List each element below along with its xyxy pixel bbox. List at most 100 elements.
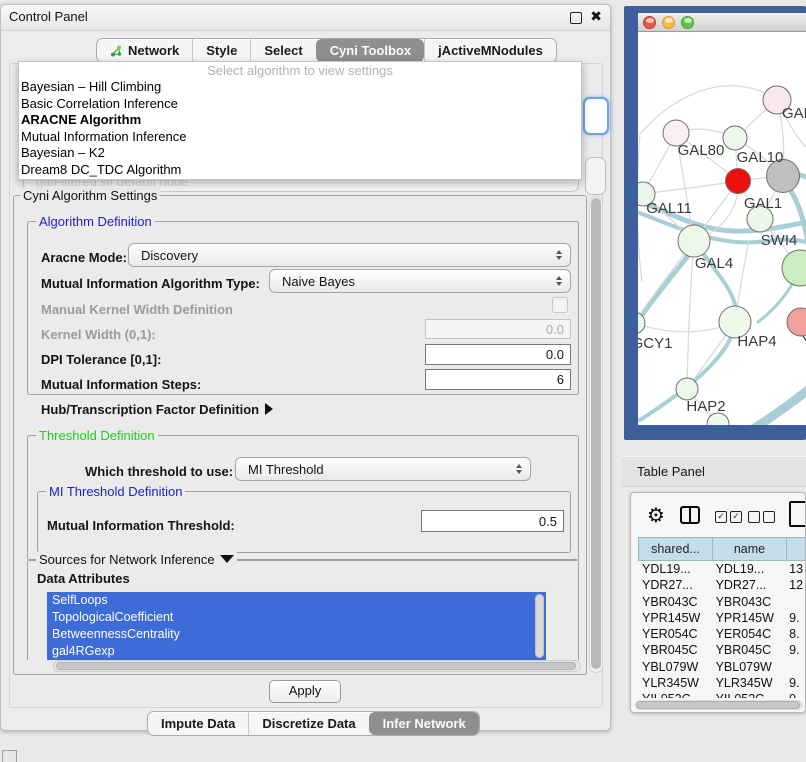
threshold-definition-title: Threshold Definition [36, 428, 158, 443]
which-threshold-select[interactable]: MI Threshold [235, 457, 531, 481]
attribute-item-betweennesscentrality[interactable]: BetweennessCentrality [47, 626, 546, 643]
table-cell: YDR27... [712, 577, 786, 593]
table-cell: YER054C [712, 626, 786, 642]
float-panel-icon[interactable] [570, 12, 582, 24]
attribute-item-gal4rgexp[interactable]: gal4RGexp [47, 643, 546, 660]
manual-kernel-checkbox[interactable] [552, 297, 568, 313]
tab-network[interactable]: Network [97, 39, 192, 62]
table-row-ydr27[interactable]: YDR27...YDR27...12 [638, 577, 806, 593]
node-gal1[interactable] [726, 169, 751, 194]
table-cell: 9. [785, 675, 806, 691]
mi-threshold-input[interactable]: 0.5 [421, 510, 564, 532]
table-cell: YBR043C [712, 594, 786, 610]
zoom-window-button[interactable] [681, 16, 694, 29]
hub-definition-toggle[interactable]: Hub/Transcription Factor Definition [41, 402, 273, 417]
node-gal4[interactable] [678, 225, 710, 257]
dropdown-hint: Select algorithm to view settings [19, 62, 581, 79]
table-toolbar: ⚙ ✓✓ [631, 493, 805, 537]
tab-cyni-toolbox[interactable]: Cyni Toolbox [316, 39, 424, 62]
mi-threshold-label: Mutual Information Threshold: [47, 518, 235, 533]
network-window-titlebar[interactable] [638, 13, 806, 32]
scrollbar-thumb[interactable] [636, 701, 800, 709]
dropdown-item-basic-correlation-inference[interactable]: Basic Correlation Inference [19, 96, 581, 113]
attribute-list-scrollbar[interactable] [535, 594, 544, 658]
node-label-y: Y [802, 333, 806, 350]
control-panel-titlebar[interactable]: Control Panel ✖ [1, 5, 610, 31]
tab-jactivemnodules[interactable]: jActiveMNodules [424, 39, 556, 62]
table-row-yil052c[interactable]: YIL052CYIL052C9. [638, 691, 806, 698]
column-header-shared[interactable]: shared... [638, 537, 712, 561]
tab-discretize-data[interactable]: Discretize Data [248, 712, 368, 735]
table-row-yer054c[interactable]: YER054CYER054C8. [638, 626, 806, 642]
table-panel-header: Table Panel [622, 456, 806, 487]
node-green-right[interactable] [782, 250, 806, 286]
attribute-item-selfloops[interactable]: SelfLoops [47, 592, 546, 609]
table-row-ybr045c[interactable]: YBR045CYBR045C9. [638, 642, 806, 658]
table-cell: YDR27... [638, 577, 712, 593]
table-cell: 8. [785, 626, 806, 642]
aracne-mode-label: Aracne Mode: [41, 250, 127, 265]
sources-toggle[interactable]: Sources for Network Inference [36, 552, 237, 567]
mi-threshold-group-title: MI Threshold Definition [46, 484, 185, 499]
column-header-name[interactable]: name [712, 537, 786, 561]
window-title: Control Panel [9, 9, 88, 24]
mi-algorithm-type-select[interactable]: Naive Bayes [269, 269, 571, 293]
split-columns-icon[interactable] [680, 506, 700, 524]
close-panel-icon[interactable]: ✖ [590, 8, 602, 25]
tab-infer-network[interactable]: Infer Network [369, 712, 479, 735]
network-edge-thick [638, 246, 696, 330]
table-cell: YBR045C [638, 642, 712, 658]
check-all-columns-icon[interactable]: ✓✓ [715, 511, 742, 523]
table-cell: 9. [785, 642, 806, 658]
node-pink-right[interactable] [787, 308, 806, 336]
scrollbar-thumb[interactable] [591, 198, 601, 669]
table-cell: 9. [785, 691, 806, 698]
new-document-icon[interactable] [789, 501, 806, 527]
tab-impute-data[interactable]: Impute Data [148, 712, 248, 735]
settings-gear-icon[interactable]: ⚙ [647, 503, 665, 528]
dropdown-item-aracne-algorithm[interactable]: ARACNE Algorithm [19, 112, 581, 129]
uncheck-all-columns-icon[interactable] [748, 511, 775, 523]
node-hap2[interactable] [676, 378, 698, 400]
table-row-ybl079w[interactable]: YBL079WYBL079W [638, 659, 806, 675]
network-edge [640, 86, 777, 134]
node-label-gal11: GAL11 [646, 200, 692, 217]
apply-button[interactable]: Apply [269, 680, 341, 703]
dropdown-item-dream8-dc-tdc-algorithm[interactable]: Dream8 DC_TDC Algorithm [19, 162, 581, 179]
close-window-button[interactable] [643, 16, 656, 29]
aracne-mode-select[interactable]: Discovery [128, 243, 571, 267]
tab-label: Select [264, 43, 302, 58]
dropdown-item-bayesian-k2[interactable]: Bayesian – K2 [19, 145, 581, 162]
dropdown-item-bayesian-hill-climbing[interactable]: Bayesian – Hill Climbing [19, 79, 581, 96]
combo-arrows-icon [552, 276, 566, 286]
cyni-bottom-tabs: Impute DataDiscretize DataInfer Network [147, 711, 480, 736]
network-canvas[interactable]: GALGAL80GAL10GAL1GAL11SWI4GAL4GCY1HAP4YH… [638, 32, 806, 425]
dropdown-item-mutual-information-inference[interactable]: Mutual Information Inference [19, 129, 581, 146]
tab-select[interactable]: Select [250, 39, 315, 62]
scrollbar-thumb[interactable] [56, 662, 576, 670]
mi-algorithm-type-value: Naive Bayes [270, 274, 552, 289]
table-row-ybr043c[interactable]: YBR043CYBR043C [638, 594, 806, 610]
settings-horizontal-scrollbar[interactable] [53, 660, 581, 672]
node-label-gal10: GAL10 [737, 149, 784, 166]
tab-style[interactable]: Style [192, 39, 250, 62]
node-label-gal80: GAL80 [678, 142, 725, 159]
mi-steps-input[interactable]: 6 [425, 369, 571, 390]
kernel-width-input[interactable]: 0.0 [425, 319, 571, 339]
table-horizontal-scrollbar[interactable] [635, 700, 803, 710]
settings-vertical-scrollbar[interactable] [589, 196, 603, 673]
attribute-item-topologicalcoefficient[interactable]: TopologicalCoefficient [47, 609, 546, 626]
dpi-tolerance-label: DPI Tolerance [0,1]: [41, 352, 161, 367]
table-row-ydl19[interactable]: YDL19...YDL19...13 [638, 561, 806, 577]
dpi-tolerance-input[interactable]: 0.0 [425, 344, 571, 365]
table-row-ylr345w[interactable]: YLR345WYLR345W9. [638, 675, 806, 691]
table-cell: YDL19... [638, 561, 712, 577]
node-gal10[interactable] [723, 126, 747, 150]
minimize-window-button[interactable] [662, 16, 675, 29]
data-attributes-list[interactable]: SelfLoopsTopologicalCoefficientBetweenne… [47, 592, 546, 660]
table-cell: YLR345W [638, 675, 712, 691]
table-cell [785, 659, 806, 675]
column-header-partial[interactable] [786, 537, 806, 561]
table-row-ypr145w[interactable]: YPR145WYPR145W9. [638, 610, 806, 626]
which-threshold-value: MI Threshold [236, 462, 512, 477]
